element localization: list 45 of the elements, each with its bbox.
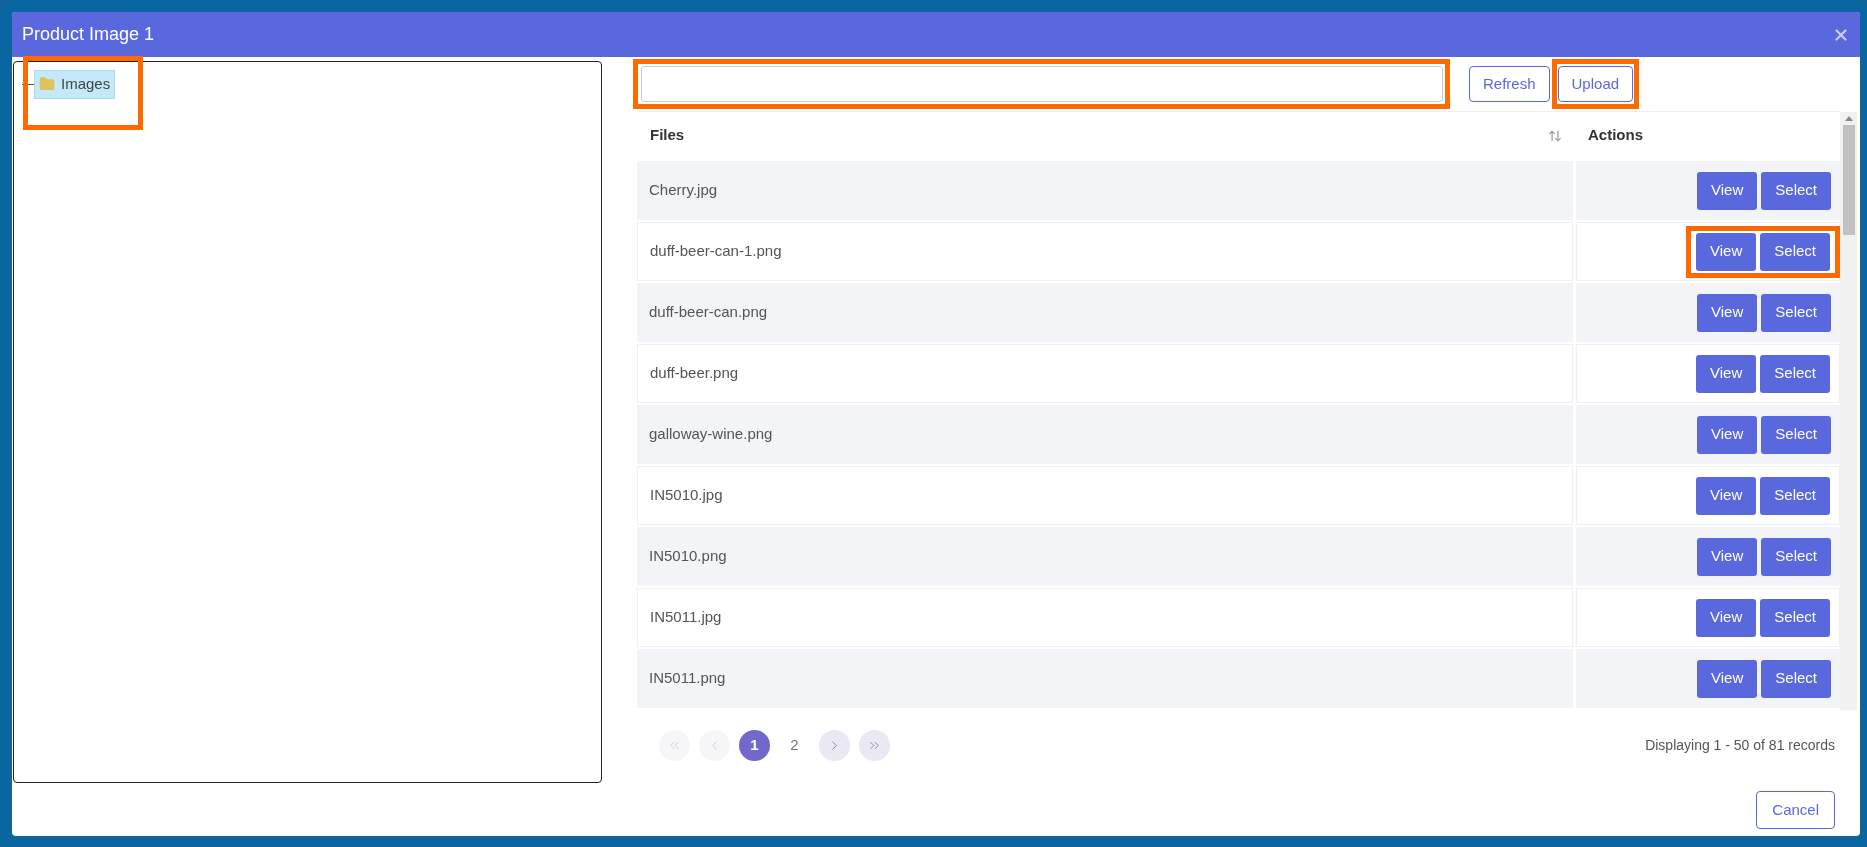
column-header: Files xyxy=(650,125,685,146)
next-page-button[interactable] xyxy=(819,730,850,761)
folder-icon xyxy=(39,76,55,93)
toolbar-button[interactable]: Refresh xyxy=(1469,66,1550,102)
cancel-button[interactable]: Cancel xyxy=(1756,791,1835,829)
action-button[interactable]: View xyxy=(1697,293,1758,332)
table-cell: duff-beer-can.png xyxy=(637,283,1573,342)
action-button[interactable]: View xyxy=(1697,415,1758,454)
toolbar-button[interactable]: Upload xyxy=(1557,66,1634,102)
table-cell: Cherry.jpg xyxy=(637,161,1573,220)
action-button[interactable]: View xyxy=(1697,537,1758,576)
table-cell: IN5011.jpg xyxy=(637,588,1573,647)
action-button[interactable]: Select xyxy=(1760,232,1830,271)
action-button[interactable]: View xyxy=(1696,598,1757,637)
table-cell: duff-beer.png xyxy=(637,344,1573,403)
action-button[interactable]: Select xyxy=(1761,537,1831,576)
action-button[interactable]: Select xyxy=(1760,354,1830,393)
table-cell: IN5010.png xyxy=(637,527,1573,586)
table-cell: duff-beer-can-1.png xyxy=(637,222,1573,281)
action-button[interactable]: View xyxy=(1697,171,1758,210)
action-button[interactable]: View xyxy=(1696,232,1757,271)
action-button[interactable]: Select xyxy=(1760,598,1830,637)
tree-item[interactable]: Images xyxy=(34,70,116,99)
action-button[interactable]: Select xyxy=(1761,415,1831,454)
dialog-title: Product Image 1 xyxy=(22,23,155,46)
scroll-up-arrow-icon[interactable] xyxy=(1844,116,1853,121)
sort-icon[interactable] xyxy=(1548,128,1562,143)
last-page-button[interactable] xyxy=(859,730,890,761)
action-button[interactable]: View xyxy=(1696,354,1757,393)
action-button[interactable]: Select xyxy=(1761,293,1831,332)
action-button[interactable]: View xyxy=(1697,659,1758,698)
action-button[interactable]: Select xyxy=(1761,171,1831,210)
page-button[interactable]: 2 xyxy=(779,730,810,761)
action-button[interactable]: View xyxy=(1696,476,1757,515)
table-cell: IN5011.png xyxy=(637,649,1573,708)
column-header: Actions xyxy=(1587,125,1644,146)
records-summary: Displaying 1 - 50 of 81 records xyxy=(1645,736,1835,755)
scrollbar[interactable] xyxy=(1840,112,1857,710)
search-field[interactable] xyxy=(641,66,1443,102)
action-button[interactable]: Select xyxy=(1761,659,1831,698)
action-button[interactable]: Select xyxy=(1760,476,1830,515)
table-cell: galloway-wine.png xyxy=(637,405,1573,464)
scrollbar-thumb[interactable] xyxy=(1842,125,1855,235)
table-cell: IN5010.jpg xyxy=(637,466,1573,525)
page-button[interactable]: 1 xyxy=(739,730,770,761)
